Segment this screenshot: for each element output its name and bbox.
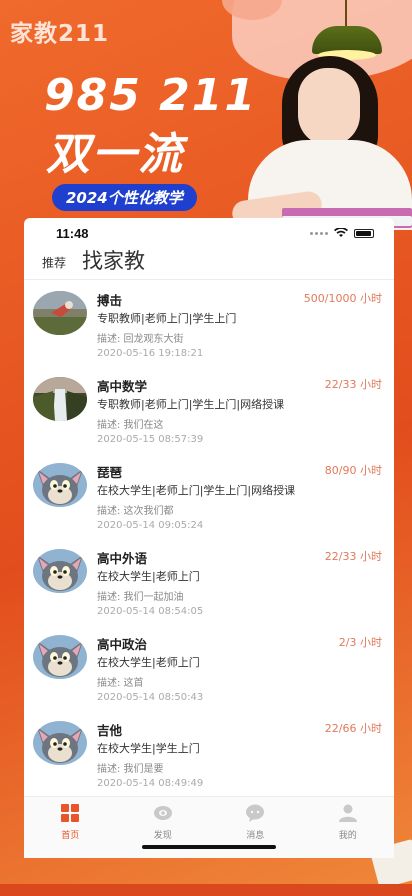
listing-desc: 描述: 回龙观东大街 [97,334,184,345]
listing-tags: 在校大学生|老师上门 [97,570,200,583]
list-item[interactable]: 琵琶 80/90 小时 在校大学生|老师上门|学生上门|网络授课 描述: 这次我… [24,453,394,539]
home-indicator[interactable] [142,845,276,849]
tutor-list: 搏击 500/1000 小时 专职教师|老师上门|学生上门 描述: 回龙观东大街… [24,281,394,797]
signal-icon [310,231,328,235]
status-time: 11:48 [56,225,89,241]
cat-avatar-icon [33,635,87,679]
tab-label: 我的 [338,831,357,841]
list-item[interactable]: 高中数学 22/33 小时 专职教师|老师上门|学生上门|网络授课 描述: 我们… [24,367,394,453]
listing-name: 高中数学 [97,379,148,394]
bottom-stripe [0,884,412,896]
listing-hours: 22/33 小时 [324,550,382,563]
tab-recommend[interactable]: 推荐 [42,254,66,273]
headline-secondary: 双一流 [46,129,184,180]
tagline-pill: 2024个性化教学 [52,184,197,211]
cat-avatar-icon [33,721,87,765]
listing-date: 2020-05-14 09:05:24 [97,520,204,531]
top-nav: 推荐 找家教 [24,248,394,280]
user-icon [338,804,357,822]
lamp-icon [345,0,347,28]
listing-desc: 描述: 我们是要 [97,764,164,775]
status-bar: 11:48 [24,218,394,248]
listing-hours: 80/90 小时 [324,464,382,477]
battery-icon [354,228,374,238]
tab-home[interactable]: 首页 [24,797,117,858]
tab-label: 发现 [153,831,172,841]
list-item[interactable]: 搏击 500/1000 小时 专职教师|老师上门|学生上门 描述: 回龙观东大街… [24,281,394,367]
listing-hours: 500/1000 小时 [303,292,382,305]
painting-avatar-icon [33,291,87,335]
status-icons [310,228,374,238]
waterfall-avatar-icon [33,377,87,421]
listing-date: 2020-05-14 08:54:05 [97,606,204,617]
listing-tags: 在校大学生|老师上门 [97,656,200,669]
phone-screen: 11:48 推荐 找家教 搏击 500/1000 小时 专职教师|老师上门|学生… [24,218,394,858]
listing-desc: 描述: 这首 [97,678,144,689]
listing-desc: 描述: 这次我们都 [97,506,174,517]
wifi-icon [334,228,348,238]
listing-date: 2020-05-15 08:57:39 [97,434,204,445]
tab-label: 消息 [246,831,265,841]
tab-profile[interactable]: 我的 [302,797,395,858]
listing-name: 吉他 [97,723,123,738]
list-item[interactable]: 吉他 22/66 小时 在校大学生|学生上门 描述: 我们是要 2020-05-… [24,711,394,797]
app-logo: 家教211 [10,21,110,47]
listing-name: 高中外语 [97,551,148,566]
listing-desc: 描述: 我们在这 [97,420,164,431]
listing-name: 琵琶 [97,465,123,480]
listing-hours: 22/33 小时 [324,378,382,391]
listing-hours: 2/3 小时 [338,636,382,649]
listing-hours: 22/66 小时 [324,722,382,735]
listing-tags: 在校大学生|学生上门 [97,742,200,755]
headline-primary: 985 211 [44,70,258,121]
eye-icon [153,806,172,820]
page-title: 找家教 [82,249,146,273]
listing-date: 2020-05-14 08:50:43 [97,692,204,703]
cat-avatar-icon [33,463,87,507]
listing-name: 高中政治 [97,637,148,652]
listing-date: 2020-05-16 19:18:21 [97,348,204,359]
home-grid-icon [61,804,80,822]
listing-tags: 在校大学生|老师上门|学生上门|网络授课 [97,484,296,497]
tab-label: 首页 [61,831,80,841]
listing-tags: 专职教师|老师上门|学生上门|网络授课 [97,398,285,411]
listing-desc: 描述: 我们一起加油 [97,592,184,603]
listing-date: 2020-05-14 08:49:49 [97,778,204,789]
listing-name: 搏击 [97,293,123,308]
teacher-face [298,68,360,146]
list-item[interactable]: 高中外语 22/33 小时 在校大学生|老师上门 描述: 我们一起加油 2020… [24,539,394,625]
listing-tags: 专职教师|老师上门|学生上门 [97,312,237,325]
message-icon [246,804,265,822]
cat-avatar-icon [33,549,87,593]
list-item[interactable]: 高中政治 2/3 小时 在校大学生|老师上门 描述: 这首 2020-05-14… [24,625,394,711]
